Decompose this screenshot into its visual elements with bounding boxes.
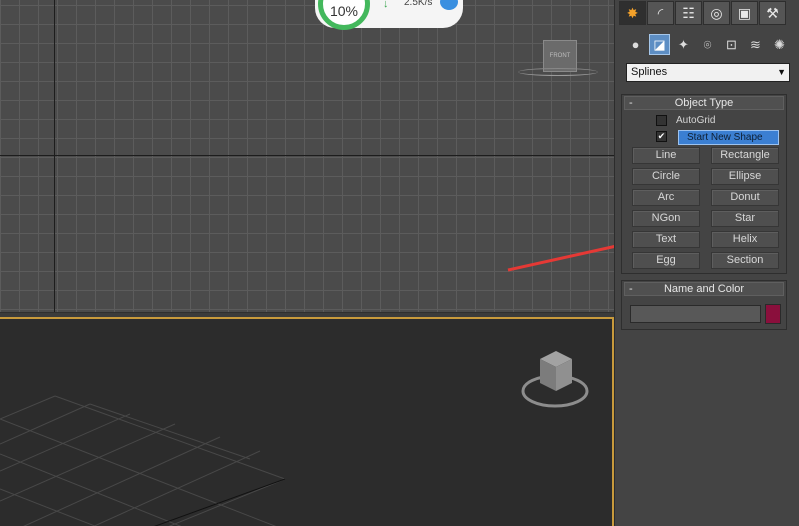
lights-icon[interactable]: ✦ <box>673 34 694 55</box>
chevron-down-icon: ▼ <box>777 67 786 77</box>
egg-button[interactable]: Egg <box>632 252 700 269</box>
helix-button[interactable]: Helix <box>711 231 779 248</box>
systems-icon[interactable]: ✺ <box>769 34 790 55</box>
object-type-header[interactable]: - Object Type <box>624 96 784 110</box>
autogrid-row: AutoGrid <box>656 114 715 127</box>
start-new-shape-button[interactable]: Start New Shape <box>678 130 779 145</box>
ngon-button[interactable]: NGon <box>632 210 700 227</box>
object-name-field[interactable] <box>630 305 761 323</box>
category-dropdown[interactable]: Splines ▼ <box>626 63 790 82</box>
star-button[interactable]: Star <box>711 210 779 227</box>
donut-button[interactable]: Donut <box>711 189 779 206</box>
text-button[interactable]: Text <box>632 231 700 248</box>
start-new-shape-checkbox[interactable]: ✔ <box>656 131 667 142</box>
collapse-icon: - <box>629 97 633 109</box>
rectangle-button[interactable]: Rectangle <box>711 147 779 164</box>
line-button[interactable]: Line <box>632 147 700 164</box>
circle-button[interactable]: Circle <box>632 168 700 185</box>
name-color-header[interactable]: - Name and Color <box>624 282 784 296</box>
autogrid-checkbox[interactable] <box>656 115 667 126</box>
create-categories: ● ◪ ✦ ⌾ ⊡ ≋ ✺ <box>625 34 790 55</box>
command-panel-tabs: ✸ ◜ ☷ ◎ ▣ ⚒ <box>619 1 786 27</box>
object-type-title: Object Type <box>674 97 734 109</box>
object-color-swatch[interactable] <box>765 304 781 324</box>
shapes-icon[interactable]: ◪ <box>649 34 670 55</box>
arc-button[interactable]: Arc <box>632 189 700 206</box>
motion-tab-icon[interactable]: ◎ <box>703 1 730 25</box>
utilities-tab-icon[interactable]: ⚒ <box>759 1 786 25</box>
create-tab-icon[interactable]: ✸ <box>619 1 646 25</box>
display-tab-icon[interactable]: ▣ <box>731 1 758 25</box>
category-dropdown-value: Splines <box>631 66 668 78</box>
collapse-icon: - <box>629 283 633 295</box>
modify-tab-icon[interactable]: ◜ <box>647 1 674 25</box>
geometry-icon[interactable]: ● <box>625 34 646 55</box>
command-panel: ✸ ◜ ☷ ◎ ▣ ⚒ ● ◪ ✦ ⌾ ⊡ ≋ ✺ Splines ▼ - Ob… <box>614 0 799 526</box>
start-new-shape-row: ✔ <box>656 130 676 143</box>
ellipse-button[interactable]: Ellipse <box>711 168 779 185</box>
autogrid-label: AutoGrid <box>676 115 716 126</box>
cameras-icon[interactable]: ⌾ <box>697 34 718 55</box>
helpers-icon[interactable]: ⊡ <box>721 34 742 55</box>
spacewarps-icon[interactable]: ≋ <box>745 34 766 55</box>
section-button[interactable]: Section <box>711 252 779 269</box>
hierarchy-tab-icon[interactable]: ☷ <box>675 1 702 25</box>
name-color-title: Name and Color <box>663 283 745 295</box>
